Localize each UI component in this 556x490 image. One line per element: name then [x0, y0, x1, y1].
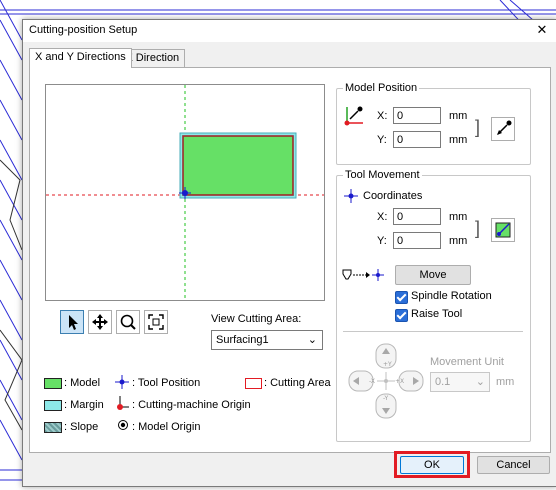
legend-slope-swatch	[44, 422, 62, 433]
arrow-cursor-icon	[69, 315, 78, 330]
dialog-title: Cutting-position Setup	[29, 24, 138, 36]
fit-view-icon	[148, 314, 164, 330]
movement-unit-suffix: mm	[496, 376, 515, 388]
legend-margin-swatch	[44, 400, 62, 411]
cutting-area-preview[interactable]	[45, 84, 325, 301]
fit-view-button[interactable]	[144, 310, 168, 334]
legend-slope-label: : Slope	[64, 421, 99, 433]
tool-y-unit: mm	[449, 235, 468, 247]
view-cutting-area-value: Surfacing1	[216, 334, 269, 346]
model-position-title: Model Position	[343, 82, 420, 94]
model-x-input[interactable]: 0	[393, 107, 441, 124]
coordinates-icon	[344, 189, 358, 203]
move-button[interactable]: Move	[395, 265, 471, 285]
coordinates-label: Coordinates	[363, 190, 423, 202]
bracket-icon: ]	[475, 218, 481, 238]
model-y-unit: mm	[449, 134, 468, 146]
raise-tool-label: Raise Tool	[411, 308, 463, 320]
bracket-icon: ]	[475, 117, 481, 137]
arrow-to-origin-icon	[497, 120, 512, 135]
zoom-icon	[120, 314, 136, 330]
tool-y-input[interactable]: 0	[393, 232, 441, 249]
model-y-label: Y:	[377, 134, 387, 146]
model-position-set-button[interactable]	[491, 117, 515, 141]
preview-model	[182, 135, 294, 196]
model-position-icon	[344, 106, 363, 126]
title-bar: Cutting-position Setup ✕	[23, 20, 556, 42]
legend-cutting-area-label: : Cutting Area	[264, 377, 331, 389]
movement-unit-select[interactable]: 0.1 ⌄	[430, 372, 490, 392]
select-pointer-button[interactable]	[60, 310, 84, 334]
spindle-rotation-label: Spindle Rotation	[411, 290, 492, 302]
tool-movement-title: Tool Movement	[343, 169, 422, 181]
tool-position-icon	[115, 375, 129, 389]
tool-x-unit: mm	[449, 211, 468, 223]
tool-x-label: X:	[377, 211, 388, 223]
tab-xy-directions[interactable]: X and Y Directions	[29, 48, 132, 68]
pan-button[interactable]	[88, 310, 112, 334]
spindle-rotation-checkbox[interactable]	[395, 291, 408, 304]
tool-arrow-icon	[495, 222, 511, 238]
zoom-button[interactable]	[116, 310, 140, 334]
raise-tool-checkbox[interactable]	[395, 309, 408, 322]
jog-pad: +Y -Y -X +X	[348, 343, 424, 419]
legend-model-label: : Model	[64, 377, 101, 389]
model-y-input[interactable]: 0	[393, 131, 441, 148]
view-cutting-area-label: View Cutting Area:	[211, 313, 302, 325]
divider	[343, 331, 523, 332]
jog-up-label: +Y	[383, 361, 392, 368]
tool-position-set-button[interactable]	[491, 218, 515, 242]
jog-left-label: -X	[369, 378, 375, 385]
legend-cutting-area-swatch	[245, 378, 262, 389]
model-x-unit: mm	[449, 110, 468, 122]
legend-model-swatch	[44, 378, 62, 389]
tool-x-input[interactable]: 0	[393, 208, 441, 225]
view-cutting-area-select[interactable]: Surfacing1 ⌄	[211, 330, 323, 350]
jog-down-label: -Y	[383, 395, 388, 402]
machine-origin-icon	[117, 396, 129, 410]
legend-tool-position-label: : Tool Position	[132, 377, 201, 389]
tool-y-label: Y:	[377, 235, 387, 247]
ok-button[interactable]: OK	[400, 456, 464, 474]
tool-to-position-icon	[342, 269, 384, 281]
dialog-footer: OK Cancel	[23, 451, 556, 486]
move-arrows-icon	[92, 314, 108, 330]
chevron-down-icon: ⌄	[475, 376, 485, 388]
model-position-group: Model Position X: 0 mm Y: 0 mm ]	[336, 82, 531, 165]
cutting-position-dialog: Cutting-position Setup ✕ X and Y Directi…	[22, 19, 556, 487]
chevron-down-icon: ⌄	[307, 334, 317, 346]
model-origin-icon	[118, 420, 128, 430]
tool-movement-group: Tool Movement Coordinates X: 0 mm Y: 0 m…	[336, 169, 531, 442]
legend-model-origin-label: : Model Origin	[132, 421, 201, 433]
legend-machine-origin-label: : Cutting-machine Origin	[132, 399, 251, 411]
legend-margin-label: : Margin	[64, 399, 104, 411]
jog-right-label: +X	[395, 378, 404, 385]
xy-tab-panel: View Cutting Area: Surfacing1 ⌄ : Model …	[29, 67, 551, 453]
model-x-label: X:	[377, 110, 388, 122]
cancel-button[interactable]: Cancel	[477, 456, 550, 474]
movement-unit-label: Movement Unit	[430, 356, 504, 368]
movement-unit-value: 0.1	[435, 376, 451, 388]
close-icon[interactable]: ✕	[534, 22, 550, 38]
